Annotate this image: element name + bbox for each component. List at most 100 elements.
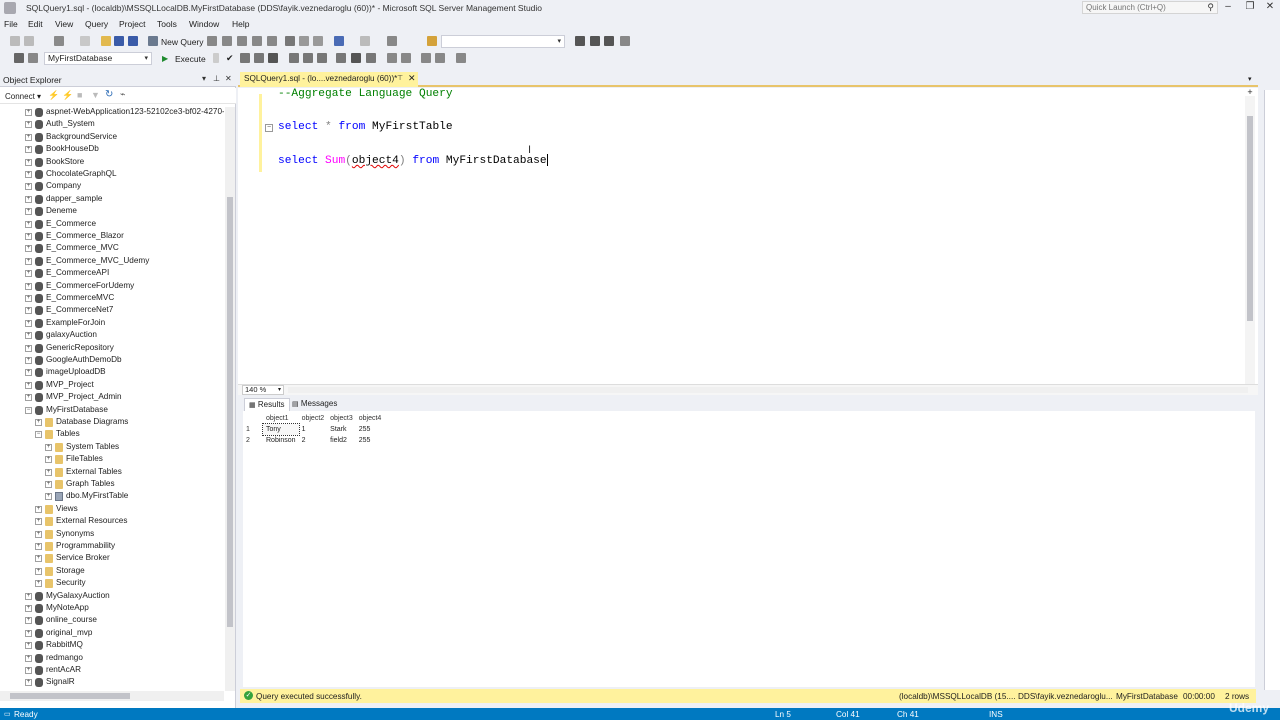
collapse-region-icon[interactable]: − (265, 124, 273, 132)
column-header[interactable]: object1 (263, 413, 299, 424)
table-cell[interactable]: field2 (327, 435, 356, 446)
expand-icon[interactable]: + (45, 481, 52, 488)
expand-icon[interactable]: + (25, 394, 32, 402)
tab-results[interactable]: ▦ Results (244, 398, 290, 411)
menu-window[interactable]: Window (189, 19, 219, 29)
mdx-query-icon[interactable] (222, 36, 232, 46)
filter-icon[interactable]: ▼ (91, 90, 100, 100)
code-line-2[interactable]: select * from MyFirstTable (278, 121, 453, 133)
column-header[interactable]: object4 (356, 413, 385, 424)
parse-checkmark-icon[interactable]: ✔ (226, 53, 234, 64)
find-icon[interactable] (427, 36, 437, 46)
results-grid-icon[interactable] (351, 53, 361, 63)
expand-icon[interactable]: + (45, 456, 52, 464)
connect-icon[interactable] (14, 53, 24, 63)
row-number[interactable]: 2 (243, 435, 263, 446)
indent-icon[interactable] (421, 53, 431, 63)
customize-icon[interactable] (620, 36, 630, 46)
close-tab-icon[interactable]: ✕ (408, 73, 416, 84)
table-cell[interactable]: 255 (356, 424, 385, 435)
tab-messages[interactable]: ▤ Messages (288, 398, 341, 411)
collapse-icon[interactable]: − (25, 406, 32, 414)
column-header[interactable]: object3 (327, 413, 356, 424)
expand-icon[interactable]: + (35, 419, 42, 426)
menu-edit[interactable]: Edit (28, 19, 43, 29)
close-panel-icon[interactable]: ✕ (225, 74, 232, 83)
dmx-query-icon[interactable] (237, 36, 247, 46)
table-cell[interactable]: 255 (356, 435, 385, 446)
expand-icon[interactable]: + (35, 567, 42, 575)
quick-launch-input[interactable] (1083, 2, 1201, 13)
expand-icon[interactable]: + (25, 592, 32, 600)
expand-icon[interactable]: + (25, 295, 32, 302)
display-plan-icon[interactable] (240, 53, 250, 63)
outdent-icon[interactable] (435, 53, 445, 63)
expand-icon[interactable]: + (25, 654, 32, 662)
back-icon[interactable] (10, 36, 20, 46)
table-cell[interactable]: Stark (327, 424, 356, 435)
expand-icon[interactable]: + (45, 468, 52, 476)
expand-icon[interactable]: + (25, 171, 32, 178)
expand-icon[interactable]: + (35, 518, 42, 526)
results-file-icon[interactable] (366, 53, 376, 63)
new-project-icon[interactable] (54, 36, 64, 46)
menu-query[interactable]: Query (85, 19, 108, 29)
table-cell[interactable]: Robinson (263, 435, 299, 446)
query-options-icon[interactable] (254, 53, 264, 63)
expand-icon[interactable]: + (25, 233, 32, 240)
object-explorer-vertical-scrollbar[interactable] (225, 107, 235, 691)
expand-icon[interactable]: + (35, 580, 42, 588)
new-query-button[interactable]: New Query (161, 37, 204, 47)
expand-icon[interactable]: + (25, 133, 32, 141)
expand-icon[interactable]: + (25, 617, 32, 625)
maximize-button[interactable]: ❐ (1239, 0, 1261, 14)
save-icon[interactable] (114, 36, 124, 46)
stop-icon[interactable]: ■ (77, 90, 82, 100)
expand-icon[interactable]: + (25, 109, 32, 116)
split-editor-icon[interactable]: + (1245, 88, 1255, 97)
menu-help[interactable]: Help (232, 19, 249, 29)
collapse-icon[interactable]: − (35, 431, 42, 439)
database-select[interactable]: MyFirstDatabase ▾ (44, 52, 152, 65)
pin-icon[interactable]: ⊤ (397, 74, 403, 82)
expand-icon[interactable]: + (25, 257, 32, 265)
code-line-3[interactable]: select Sum(object4) from MyFirstDatabase (278, 154, 548, 167)
row-number[interactable]: 1 (243, 424, 263, 435)
activity-monitor-icon[interactable] (387, 36, 397, 46)
expand-icon[interactable]: + (25, 158, 32, 166)
properties-icon[interactable] (575, 36, 585, 46)
expand-icon[interactable]: + (25, 319, 32, 327)
expand-icon[interactable]: + (25, 282, 32, 290)
scrollbar-thumb[interactable] (1247, 116, 1253, 321)
expand-icon[interactable]: + (35, 555, 42, 563)
uncomment-icon[interactable] (401, 53, 411, 63)
redo-icon[interactable] (360, 36, 370, 46)
editor-horizontal-scrollbar[interactable] (288, 387, 1248, 393)
copy-icon[interactable] (299, 36, 309, 46)
actual-plan-icon[interactable] (289, 53, 299, 63)
save-all-icon[interactable] (128, 36, 138, 46)
collapsed-properties-pane[interactable] (1264, 90, 1280, 690)
new-query-icon[interactable] (148, 36, 158, 46)
pin-icon[interactable]: ⊥ (213, 74, 220, 83)
menu-project[interactable]: Project (119, 19, 145, 29)
client-stats-icon[interactable] (317, 53, 327, 63)
connect-plug-icon[interactable]: ⚡ (48, 90, 59, 101)
expand-icon[interactable]: + (25, 208, 32, 216)
menu-view[interactable]: View (55, 19, 73, 29)
query-editor[interactable]: --Aggregate Language Query − select * fr… (238, 88, 1258, 384)
tab-list-dropdown-icon[interactable]: ▾ (1248, 75, 1252, 83)
object-explorer-horizontal-scrollbar[interactable] (0, 691, 224, 701)
open-icon[interactable] (80, 36, 90, 46)
zoom-select[interactable]: 140 % ▾ (242, 385, 284, 395)
expand-icon[interactable]: + (25, 629, 32, 637)
expand-icon[interactable]: + (45, 493, 52, 501)
activity-icon[interactable]: ⌁ (120, 89, 125, 100)
expand-icon[interactable]: + (25, 146, 32, 154)
toolbox-icon[interactable] (604, 36, 614, 46)
expand-icon[interactable]: + (25, 245, 32, 253)
expand-icon[interactable]: + (25, 270, 32, 278)
results-to-text-icon[interactable] (336, 53, 346, 63)
live-stats-icon[interactable] (303, 53, 313, 63)
quick-launch-box[interactable]: ⚲ (1082, 1, 1218, 14)
